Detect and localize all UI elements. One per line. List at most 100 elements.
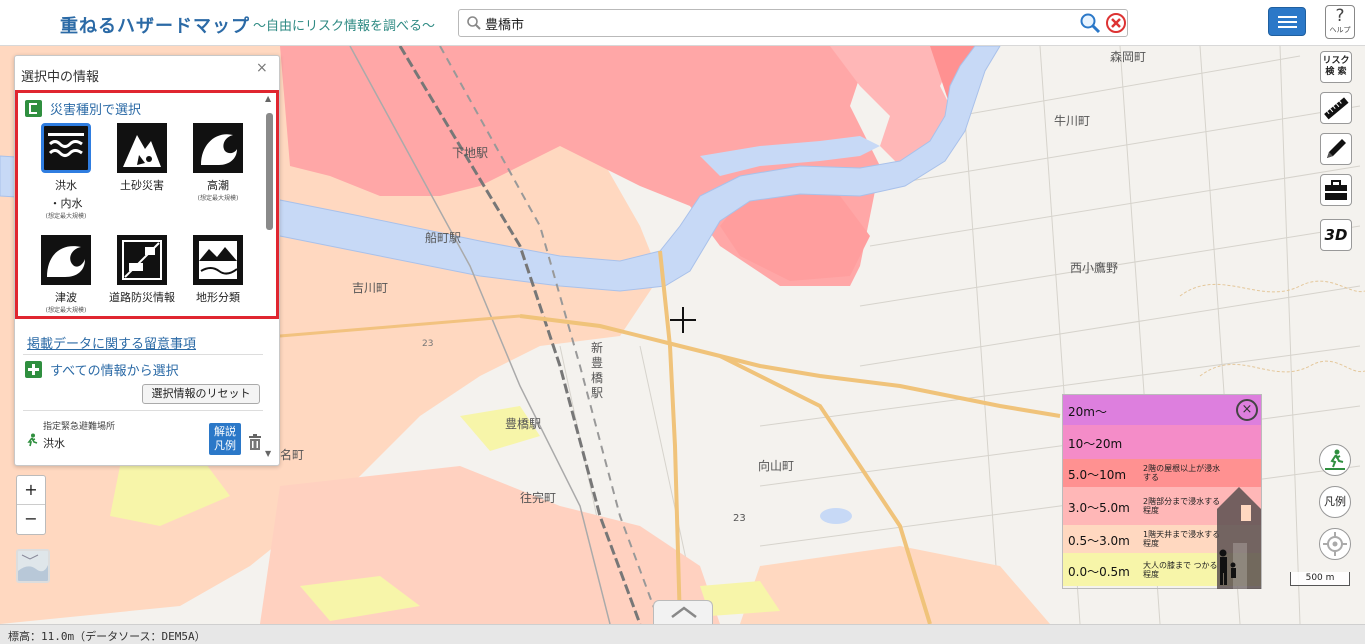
house-depth-icon: [1217, 487, 1261, 589]
help-label: ヘルプ: [1329, 26, 1351, 34]
map-label-morioka: 森岡町: [1110, 50, 1147, 64]
app-subtitle: ～自由にリスク情報を調べる～: [253, 19, 436, 34]
all-info-section: すべての情報から選択: [23, 354, 263, 382]
app-title[interactable]: 重ねるハザードマップ: [60, 12, 250, 38]
mini-map[interactable]: [16, 549, 50, 583]
measure-button[interactable]: [1320, 92, 1352, 124]
map-label-mukaiyama: 向山町: [758, 459, 795, 473]
expand-panel-tab[interactable]: [653, 600, 713, 624]
map-label-oguchi: 往完町: [520, 491, 557, 505]
panel-title: 選択中の情報: [21, 70, 100, 85]
layer-legend-button[interactable]: 解説 凡例: [209, 423, 241, 455]
briefcase-icon: [1325, 180, 1347, 200]
map-label-funamachi: 船町駅: [425, 231, 462, 245]
trash-icon[interactable]: [247, 433, 263, 451]
chevron-up-icon: [671, 606, 697, 618]
search-go-icon[interactable]: [1078, 11, 1102, 35]
scroll-up-icon[interactable]: ▲: [265, 94, 271, 103]
storm-surge-icon: [193, 123, 243, 173]
map-label-ushikawa: 牛川町: [1054, 114, 1091, 128]
hazard-landslide-label: 土砂災害: [120, 179, 164, 192]
draw-button[interactable]: [1320, 133, 1352, 165]
flood-icon: [41, 123, 91, 173]
selected-info-panel: 選択中の情報 × 災害種別で選択 洪水 ・内水 (想定最大規模) 土砂災害 高潮…: [14, 55, 280, 466]
toolbox-button[interactable]: [1320, 174, 1352, 206]
depth-range-label: 3.0～5.0m: [1068, 501, 1130, 515]
zoom-control: + −: [16, 475, 46, 535]
legend-line-1: 解説: [214, 425, 236, 438]
route-23b-label: 23: [733, 513, 746, 524]
menu-button[interactable]: [1268, 7, 1306, 36]
search-input[interactable]: [485, 13, 1075, 33]
depth-range-label: 0.0～0.5m: [1068, 565, 1130, 579]
help-button[interactable]: ? ヘルプ: [1325, 5, 1355, 39]
evacuation-layer-button[interactable]: [1319, 444, 1351, 476]
hazard-tile-storm-surge[interactable]: 高潮 (想定最大規模): [178, 123, 258, 203]
clear-search-icon[interactable]: [1104, 11, 1128, 35]
ruler-icon: [1324, 97, 1349, 120]
panel-close-icon[interactable]: ×: [256, 60, 268, 76]
depth-range-label: 0.5～3.0m: [1068, 534, 1130, 548]
risk-search-line1: リスク: [1322, 56, 1350, 66]
hazard-tile-tsunami[interactable]: 津波 (想定最大規模): [26, 235, 106, 315]
risk-search-button[interactable]: リスク 検 索: [1320, 51, 1352, 83]
road-disaster-icon: [117, 235, 167, 285]
depth-legend-row: 20m～: [1063, 395, 1261, 425]
current-location-button[interactable]: [1319, 528, 1351, 560]
hazard-flood-label2: ・内水: [49, 197, 83, 210]
hazard-tsunami-label: 津波: [55, 291, 77, 304]
data-notice-link[interactable]: 掲載データに関する留意事項: [27, 333, 196, 352]
map-label-na: 名町: [280, 448, 305, 462]
hazard-flood-label: 洪水: [55, 179, 77, 192]
hazard-storm-surge-note: (想定最大規模): [197, 195, 239, 202]
hazard-storm-surge-label: 高潮: [207, 179, 229, 192]
hazard-road-label: 道路防災情報: [109, 291, 175, 304]
map-label-nishikotakano: 西小鷹野: [1070, 261, 1119, 275]
hazard-terrain-label: 地形分類: [196, 291, 240, 304]
evacuation-icon: [1325, 449, 1345, 470]
hazard-tile-flood[interactable]: 洪水 ・内水 (想定最大規模): [26, 123, 106, 221]
layer-category: 指定緊急避難場所: [43, 422, 116, 432]
plus-icon: [25, 361, 42, 378]
landslide-icon: [117, 123, 167, 173]
depth-legend-row: 10～20m: [1063, 425, 1261, 459]
map-label-yoshikawa: 吉川町: [352, 281, 389, 295]
zoom-out-button[interactable]: −: [17, 505, 45, 534]
depth-range-label: 5.0～10m: [1068, 468, 1127, 482]
flood-depth-legend: 20m～ 10～20m 5.0～10m 2階の屋根以上が浸水する 3.0～5.0m 2階部…: [1062, 394, 1262, 589]
hazard-tile-terrain[interactable]: 地形分類: [178, 235, 258, 307]
panel-scroll-area[interactable]: 災害種別で選択 洪水 ・内水 (想定最大規模) 土砂災害 高潮 (想定最大規模)…: [15, 86, 281, 466]
panel-scrollbar-thumb[interactable]: [266, 113, 273, 230]
scale-bar: 500 m: [1290, 572, 1350, 586]
evacuation-site-icon: [27, 433, 38, 447]
scroll-down-icon[interactable]: ▼: [265, 449, 271, 458]
map-label-shimoji: 下地駅: [452, 146, 489, 160]
depth-range-label: 20m～: [1068, 405, 1107, 419]
by-type-heading-label: 災害種別で選択: [50, 103, 142, 118]
app-header: 重ねるハザードマップ ～自由にリスク情報を調べる～ ? ヘルプ: [0, 0, 1365, 46]
search-box[interactable]: [458, 9, 1128, 37]
legend-button[interactable]: 凡例: [1319, 486, 1351, 518]
all-info-heading[interactable]: すべての情報から選択: [25, 360, 179, 379]
three-d-button[interactable]: 3D: [1320, 219, 1352, 251]
question-icon: ?: [1335, 6, 1345, 26]
hazard-tile-road-disaster[interactable]: 道路防災情報: [102, 235, 182, 307]
legend-line-2: 凡例: [214, 439, 236, 452]
route-23-label: 23: [422, 339, 434, 349]
hazard-tile-landslide[interactable]: 土砂災害: [102, 123, 182, 195]
hamburger-icon: [1278, 16, 1297, 18]
by-type-heading[interactable]: 災害種別で選択: [25, 99, 141, 118]
hazard-flood-note: (想定最大規模): [45, 213, 87, 220]
pencil-icon: [1327, 139, 1346, 158]
selected-layer-row: 指定緊急避難場所 洪水 解説 凡例: [23, 410, 263, 466]
search-icon: [467, 16, 481, 30]
map-label-toyohashi-station: 豊橋駅: [505, 417, 542, 431]
terrain-icon: [193, 235, 243, 285]
hazard-tsunami-note: (想定最大規模): [45, 307, 87, 314]
hazard-type-box: 災害種別で選択 洪水 ・内水 (想定最大規模) 土砂災害 高潮 (想定最大規模)…: [15, 90, 279, 319]
reset-selection-button[interactable]: 選択情報のリセット: [142, 384, 260, 404]
status-bar: 標高：11.0m（データソース：DEM5A）: [0, 624, 1365, 644]
legend-close-icon[interactable]: ×: [1236, 399, 1258, 421]
zoom-in-button[interactable]: +: [17, 476, 45, 505]
hazard-type-icon: [25, 100, 42, 117]
